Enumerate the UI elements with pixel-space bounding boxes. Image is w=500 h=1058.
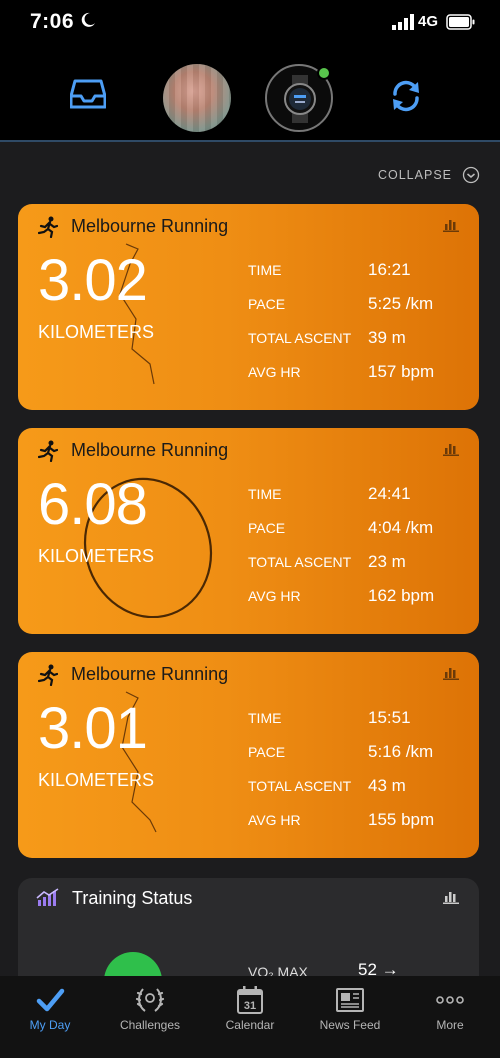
stat-value: 23 m — [368, 552, 406, 571]
more-dots-icon — [436, 996, 464, 1004]
tab-more[interactable]: More — [400, 976, 500, 1058]
stat-label: PACE — [248, 296, 286, 312]
device-button[interactable] — [265, 64, 333, 132]
tab-challenges[interactable]: Challenges — [100, 976, 200, 1058]
distance-value: 3.02 — [38, 248, 148, 313]
newspaper-icon — [336, 988, 364, 1012]
status-bar: 7:06 4G — [0, 0, 500, 46]
runner-icon — [38, 440, 58, 462]
stat-value: 162 bpm — [368, 586, 435, 605]
stat-label: TIME — [248, 262, 282, 278]
bar-chart-icon[interactable] — [443, 442, 459, 456]
tab-label: News Feed — [319, 1018, 381, 1032]
bar-chart-icon[interactable] — [443, 218, 459, 232]
stat-value: 4:04 /km — [368, 518, 434, 537]
runner-icon — [38, 664, 58, 686]
profile-avatar[interactable] — [163, 64, 231, 132]
tab-my-day[interactable]: My Day — [0, 976, 100, 1058]
stat-label: TIME — [248, 486, 282, 502]
tab-label: Calendar — [225, 1018, 275, 1032]
battery-icon — [446, 14, 475, 30]
collapse-label: COLLAPSE — [377, 168, 452, 182]
signal-icon — [392, 14, 414, 30]
top-bar — [0, 46, 500, 142]
watch-icon — [284, 75, 316, 123]
stat-value: 5:25 /km — [368, 294, 434, 313]
tab-label: Challenges — [119, 1018, 181, 1032]
calendar-day: 31 — [244, 1000, 256, 1012]
runner-icon — [38, 216, 58, 238]
bar-chart-icon[interactable] — [443, 666, 459, 680]
device-connected-dot — [317, 66, 331, 80]
network-type: 4G — [418, 13, 439, 30]
training-status-icon — [36, 888, 59, 906]
bottom-tab-bar: My Day Challenges 31 Calendar News Feed — [0, 976, 500, 1058]
stat-value: 16:21 — [368, 260, 411, 279]
calendar-icon: 31 — [237, 986, 263, 1014]
distance-unit: KILOMETERS — [38, 322, 155, 342]
stat-label: PACE — [248, 744, 286, 760]
moon-icon — [81, 12, 95, 27]
stat-value: 5:16 /km — [368, 742, 434, 761]
sync-icon[interactable] — [388, 78, 424, 114]
stat-value: 39 m — [368, 328, 406, 347]
stat-label: TOTAL ASCENT — [248, 554, 352, 570]
distance-unit: KILOMETERS — [38, 546, 155, 566]
stat-value: 24:41 — [368, 484, 411, 503]
stat-value: 157 bpm — [368, 362, 435, 381]
stat-label: TIME — [248, 710, 282, 726]
stat-label: AVG HR — [248, 364, 301, 380]
tab-news-feed[interactable]: News Feed — [300, 976, 400, 1058]
training-status-title: Training Status — [72, 888, 193, 908]
activity-card[interactable]: Melbourne Running 3.02 KILOMETERS TIME 16… — [18, 204, 479, 410]
collapse-button[interactable]: COLLAPSE — [378, 166, 480, 184]
checkmark-icon — [36, 988, 65, 1012]
stat-label: AVG HR — [248, 812, 301, 828]
tab-label: My Day — [29, 1018, 71, 1032]
tab-calendar[interactable]: 31 Calendar — [200, 976, 300, 1058]
activity-card[interactable]: Melbourne Running 6.08 KILOMETERS TIME 24… — [18, 428, 479, 634]
distance-unit: KILOMETERS — [38, 770, 155, 790]
status-time: 7:06 — [30, 10, 75, 33]
stat-label: TOTAL ASCENT — [248, 330, 352, 346]
bar-chart-icon[interactable] — [443, 890, 459, 904]
stat-label: PACE — [248, 520, 286, 536]
stat-value: 155 bpm — [368, 810, 435, 829]
stat-value: 43 m — [368, 776, 406, 795]
activity-title: Melbourne Running — [71, 216, 229, 236]
stat-label: AVG HR — [248, 588, 301, 604]
inbox-icon[interactable] — [70, 78, 106, 110]
activity-card[interactable]: Melbourne Running 3.01 KILOMETERS TIME 15… — [18, 652, 479, 858]
tab-label: More — [436, 1018, 464, 1032]
activity-title: Melbourne Running — [71, 664, 229, 684]
distance-value: 6.08 — [38, 472, 148, 537]
distance-value: 3.01 — [38, 696, 148, 761]
laurel-icon — [135, 988, 165, 1012]
stat-value: 15:51 — [368, 708, 411, 727]
stat-label: TOTAL ASCENT — [248, 778, 352, 794]
chevron-up-circle-icon — [462, 166, 480, 184]
activity-title: Melbourne Running — [71, 440, 229, 460]
